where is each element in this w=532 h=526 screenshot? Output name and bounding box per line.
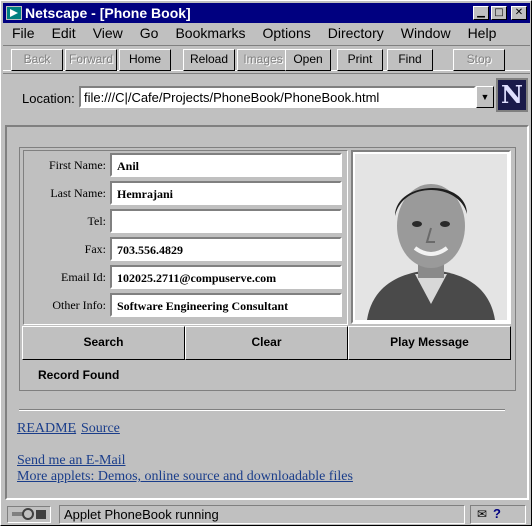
location-dropdown-button[interactable]: ▼: [476, 86, 494, 108]
netscape-logo[interactable]: N: [496, 78, 528, 112]
location-bar: Location: file:///C|/Cafe/Projects/Phone…: [3, 73, 530, 117]
browser-window: Netscape - [Phone Book] ▁ □ ✕ File Edit …: [0, 0, 532, 526]
menu-directory[interactable]: Directory: [328, 25, 384, 41]
menu-help[interactable]: Help: [468, 25, 497, 41]
window-title: Netscape - [Phone Book]: [25, 5, 191, 21]
print-button[interactable]: Print: [337, 49, 383, 71]
location-input[interactable]: file:///C|/Cafe/Projects/PhoneBook/Phone…: [79, 86, 476, 108]
menu-view[interactable]: View: [93, 25, 123, 41]
menu-go[interactable]: Go: [140, 25, 159, 41]
close-button[interactable]: ✕: [511, 6, 527, 20]
email-link[interactable]: Send me an E-Mail: [17, 453, 125, 469]
first-name-field[interactable]: Anil: [110, 153, 342, 177]
menu-options[interactable]: Options: [263, 25, 311, 41]
last-name-label: Last Name:: [50, 186, 106, 200]
form-row-other-info: Other Info: Software Engineering Consult…: [24, 293, 349, 317]
last-name-field[interactable]: Hemrajani: [110, 181, 342, 205]
fax-field[interactable]: 703.556.4829: [110, 237, 342, 261]
other-info-field[interactable]: Software Engineering Consultant: [110, 293, 342, 317]
reload-button[interactable]: Reload: [183, 49, 235, 71]
form-row-fax: Fax: 703.556.4829: [24, 237, 349, 261]
other-info-label: Other Info:: [52, 298, 106, 312]
email-label: Email Id:: [61, 270, 106, 284]
help-icon[interactable]: ?: [493, 506, 501, 521]
find-button[interactable]: Find: [387, 49, 433, 71]
portrait-image: [355, 154, 507, 320]
navigation-toolbar: Back Forward Home Reload Images Open Pri…: [3, 45, 530, 71]
mail-icon[interactable]: ✉: [477, 507, 487, 521]
netscape-app-icon[interactable]: [6, 6, 22, 20]
fax-label: Fax:: [84, 242, 106, 256]
back-button[interactable]: Back: [11, 49, 63, 71]
clear-button[interactable]: Clear: [185, 326, 348, 360]
contact-photo-frame: [351, 150, 511, 324]
menu-bookmarks[interactable]: Bookmarks: [175, 25, 245, 41]
security-key-icon[interactable]: [7, 506, 51, 523]
menu-window[interactable]: Window: [401, 25, 451, 41]
readme-link[interactable]: README: [17, 421, 76, 437]
stop-button[interactable]: Stop: [453, 49, 505, 71]
form-row-email: Email Id: 102025.2711@compuserve.com: [24, 265, 349, 289]
first-name-label: First Name:: [49, 158, 106, 172]
contact-form: First Name: Anil Last Name: Hemrajani Te…: [23, 150, 348, 325]
images-button[interactable]: Images: [237, 49, 289, 71]
email-field[interactable]: 102025.2711@compuserve.com: [110, 265, 342, 289]
status-icons: ✉ ?: [470, 505, 526, 524]
minimize-button[interactable]: ▁: [473, 6, 489, 20]
title-bar[interactable]: Netscape - [Phone Book] ▁ □ ✕: [3, 3, 530, 23]
form-row-last-name: Last Name: Hemrajani: [24, 181, 349, 205]
tel-field[interactable]: [110, 209, 342, 233]
maximize-button[interactable]: □: [491, 6, 507, 20]
menu-edit[interactable]: Edit: [52, 25, 76, 41]
location-label: Location:: [22, 91, 75, 106]
contact-photo: [355, 154, 507, 320]
open-button[interactable]: Open: [285, 49, 331, 71]
horizontal-divider: [19, 409, 505, 411]
link-separator: ,: [73, 421, 77, 436]
page-content: First Name: Anil Last Name: Hemrajani Te…: [5, 125, 529, 500]
forward-button[interactable]: Forward: [65, 49, 117, 71]
home-button[interactable]: Home: [119, 49, 171, 71]
source-link[interactable]: Source: [81, 421, 120, 437]
tel-label: Tel:: [87, 214, 107, 228]
play-message-button[interactable]: Play Message: [348, 326, 511, 360]
more-applets-link[interactable]: More applets: Demos, online source and d…: [17, 469, 353, 485]
form-row-tel: Tel:: [24, 209, 349, 233]
record-status-text: Record Found: [38, 368, 120, 382]
phonebook-applet: First Name: Anil Last Name: Hemrajani Te…: [19, 147, 516, 391]
status-bar: Applet PhoneBook running ✉ ?: [3, 504, 530, 525]
search-button[interactable]: Search: [22, 326, 185, 360]
status-text: Applet PhoneBook running: [59, 505, 465, 524]
menu-bar: File Edit View Go Bookmarks Options Dire…: [3, 23, 530, 43]
chevron-down-icon: ▼: [480, 92, 490, 102]
menu-file[interactable]: File: [12, 25, 35, 41]
form-row-first-name: First Name: Anil: [24, 153, 349, 177]
